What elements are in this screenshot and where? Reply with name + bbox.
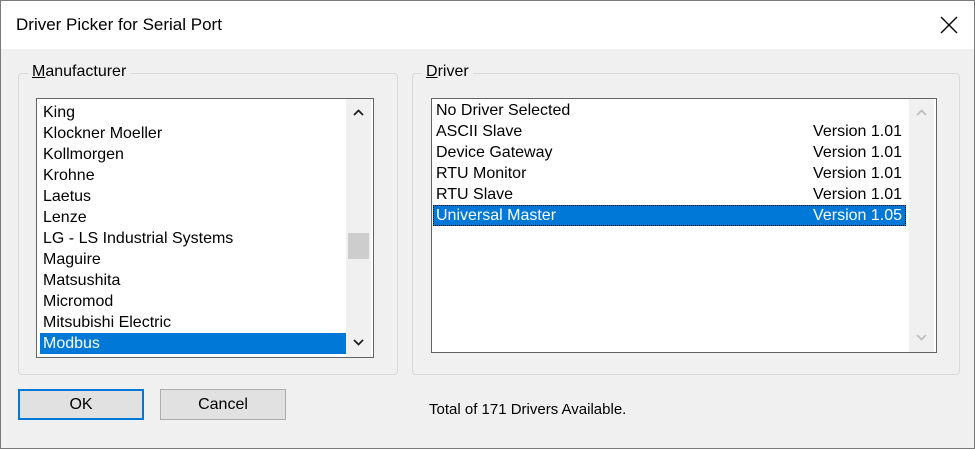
driver-name: Device Gateway (436, 144, 553, 161)
title-bar: Driver Picker for Serial Port (1, 1, 974, 49)
driver-version: Version 1.01 (813, 186, 902, 203)
window-title: Driver Picker for Serial Port (16, 15, 222, 34)
manufacturer-list-item[interactable]: LG - LS Industrial Systems (40, 228, 346, 249)
driver-list-item[interactable]: ASCII Slave Version 1.01 (433, 121, 906, 142)
manufacturer-list-item[interactable]: Krohne (40, 165, 346, 186)
manufacturer-label: Manufacturer (28, 63, 131, 81)
driver-version: Version 1.05 (813, 207, 902, 224)
driver-name: No Driver Selected (436, 102, 571, 119)
manufacturer-list-item[interactable]: Lenze (40, 207, 346, 228)
driver-name: ASCII Slave (436, 123, 523, 140)
manufacturer-scrollbar[interactable] (346, 99, 371, 357)
driver-label: Driver (422, 63, 473, 81)
scroll-up-button[interactable] (346, 100, 371, 125)
driver-group: Driver No Driver Selected ASCII Slave Vers… (412, 63, 960, 375)
manufacturer-list-item[interactable]: Mitsubishi Electric (40, 312, 346, 333)
driver-list-item[interactable]: Device Gateway Version 1.01 (433, 142, 906, 163)
manufacturer-list-item[interactable]: Micromod (40, 291, 346, 312)
manufacturer-list-item[interactable]: Klockner Moeller (40, 123, 346, 144)
driver-version: Version 1.01 (813, 165, 902, 182)
driver-list-item[interactable]: Universal Master Version 1.05 (433, 205, 906, 226)
close-icon (940, 16, 958, 34)
chevron-up-icon (353, 109, 364, 116)
driver-version: Version 1.01 (813, 123, 902, 140)
driver-scroll-up-button (909, 100, 934, 125)
driver-count-status: Total of 171 Drivers Available. (429, 401, 627, 418)
chevron-up-icon (916, 109, 927, 116)
scroll-thumb[interactable] (348, 233, 369, 259)
driver-name: Universal Master (436, 207, 557, 224)
manufacturer-list-item[interactable]: Modbus (40, 333, 346, 354)
driver-listbox[interactable]: No Driver Selected ASCII Slave Version 1.0… (431, 98, 937, 353)
manufacturer-list-item[interactable]: Kollmorgen (40, 144, 346, 165)
driver-list-item[interactable]: No Driver Selected (433, 100, 906, 121)
scroll-down-button[interactable] (346, 330, 371, 355)
close-button[interactable] (927, 5, 971, 45)
driver-scrollbar (909, 99, 934, 352)
manufacturer-group: Manufacturer King Klockner Moeller Kollmor… (18, 63, 398, 375)
manufacturer-list-item[interactable]: Maguire (40, 249, 346, 270)
cancel-button[interactable]: Cancel (160, 389, 286, 420)
driver-list-item[interactable]: RTU Slave Version 1.01 (433, 184, 906, 205)
manufacturer-listbox[interactable]: King Klockner Moeller Kollmorgen Krohne Laet… (36, 98, 374, 358)
chevron-down-icon (916, 334, 927, 341)
driver-scroll-down-button (909, 325, 934, 350)
dialog-window: Driver Picker for Serial Port Manufactur… (0, 0, 975, 449)
manufacturer-list-item[interactable]: Matsushita (40, 270, 346, 291)
ok-button[interactable]: OK (18, 389, 144, 420)
driver-version: Version 1.01 (813, 144, 902, 161)
manufacturer-list-item[interactable]: Laetus (40, 186, 346, 207)
chevron-down-icon (353, 339, 364, 346)
manufacturer-list-item[interactable]: King (40, 102, 346, 123)
driver-name: RTU Monitor (436, 165, 527, 182)
driver-name: RTU Slave (436, 186, 514, 203)
driver-list-item[interactable]: RTU Monitor Version 1.01 (433, 163, 906, 184)
